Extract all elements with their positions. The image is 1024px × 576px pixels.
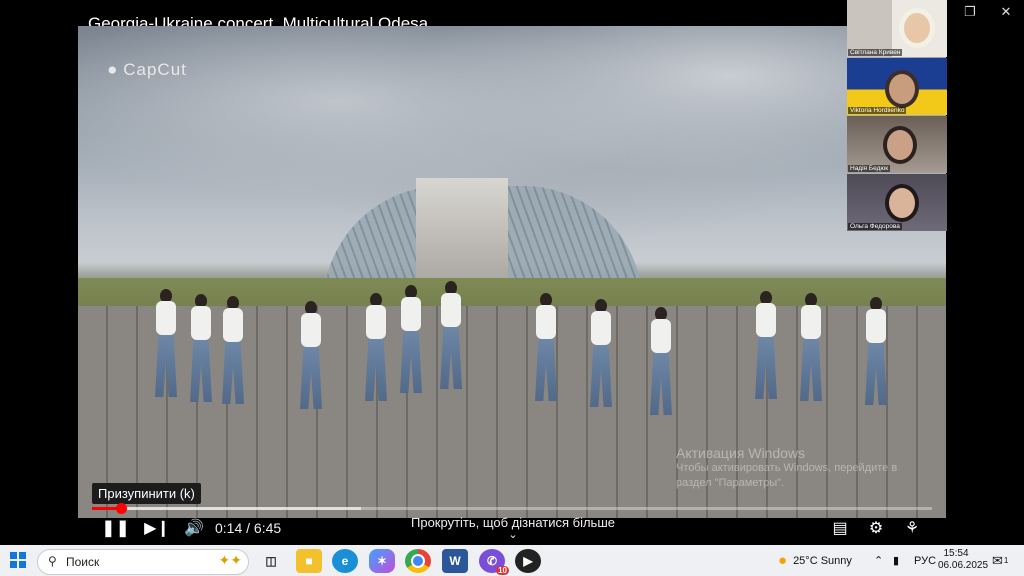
next-icon: ▶❙ bbox=[144, 520, 170, 537]
progress-bar[interactable] bbox=[92, 503, 932, 514]
gear-icon: ⚙ bbox=[868, 520, 884, 537]
capcut-logo: ⦁ CapCut bbox=[108, 60, 187, 79]
media-player-button[interactable]: ▶ bbox=[515, 549, 541, 573]
dancer bbox=[220, 296, 246, 408]
participant-avatar bbox=[885, 70, 919, 108]
participant-tile[interactable]: Ольга Федорова bbox=[847, 174, 947, 231]
search-icon: ⚲ bbox=[48, 554, 57, 568]
chrome-icon bbox=[411, 554, 425, 568]
dancer bbox=[438, 281, 464, 393]
participant-tile[interactable]: Viktoria Hordiienko bbox=[847, 58, 947, 115]
dancer bbox=[188, 294, 214, 406]
viber-badge: 10 bbox=[496, 566, 509, 575]
participant-name: Світлана Кривен bbox=[848, 49, 903, 56]
pause-button[interactable]: ❚❚ bbox=[101, 516, 131, 540]
file-explorer-button[interactable]: ■ bbox=[296, 549, 322, 573]
dancer bbox=[588, 299, 614, 411]
exit-fullscreen-icon: ⚘ bbox=[904, 520, 920, 537]
progress-buffered bbox=[92, 507, 361, 510]
notification-icon: ✉ bbox=[992, 552, 1003, 568]
dancer bbox=[153, 289, 179, 401]
clock-time: 15:54 bbox=[943, 548, 969, 559]
language-indicator[interactable]: РУС bbox=[914, 545, 936, 576]
dancer bbox=[753, 291, 779, 403]
participant-tile[interactable]: Світлана Кривен bbox=[847, 0, 947, 57]
volume-button[interactable]: 🔊 bbox=[182, 516, 206, 540]
play-icon: ▶ bbox=[523, 554, 533, 568]
copilot-button[interactable]: ✶ bbox=[369, 549, 395, 573]
viber-icon: ✆ bbox=[486, 554, 498, 568]
weather-widget[interactable]: ● 25°C Sunny bbox=[778, 545, 852, 576]
copilot-sparkle-icon: ✦✦ bbox=[218, 552, 242, 568]
clock-date: 06.06.2025 bbox=[938, 560, 989, 571]
participant-avatar bbox=[883, 126, 917, 164]
meeting-screen: Georgia-Ukraine concert. Multicultural O… bbox=[0, 0, 1024, 545]
dancer bbox=[863, 297, 889, 409]
exit-fullscreen-button[interactable]: ⚘ bbox=[900, 516, 924, 540]
activation-line2: раздел "Параметры". bbox=[676, 477, 785, 489]
time-display: 0:14 / 6:45 bbox=[215, 520, 282, 536]
taskbar-search[interactable]: ⚲ Поиск ✦✦ bbox=[37, 549, 249, 575]
participant-tile[interactable]: Надія Бедюк bbox=[847, 116, 947, 173]
viber-button[interactable]: ✆ 10 bbox=[479, 549, 509, 575]
windows-logo-icon bbox=[10, 552, 17, 559]
search-label: Поиск bbox=[66, 555, 100, 569]
chrome-button[interactable] bbox=[405, 549, 431, 573]
folder-icon: ■ bbox=[305, 554, 313, 568]
edge-button[interactable]: e bbox=[332, 549, 358, 573]
tray-battery[interactable]: ▮ bbox=[893, 545, 899, 576]
volume-icon: 🔊 bbox=[184, 520, 204, 537]
chevron-up-icon: ⌃ bbox=[874, 555, 884, 567]
participant-avatar bbox=[885, 184, 919, 222]
player-controls: ❚❚ ▶❙ 🔊 0:14 / 6:45 Прокрутіть, щоб дізн… bbox=[0, 512, 1024, 544]
task-view-icon: ◫ bbox=[265, 554, 277, 568]
weather-text: 25°C Sunny bbox=[793, 554, 852, 567]
participant-avatar bbox=[899, 8, 935, 48]
scroll-hint[interactable]: Прокрутіть, щоб дізнатися більше ⌄ bbox=[411, 515, 615, 541]
windows-activation-watermark: Активация Windows Чтобы активировать Win… bbox=[676, 446, 897, 491]
restore-icon[interactable]: ❐ bbox=[952, 0, 988, 24]
taskbar-clock[interactable]: 15:54 06.06.2025 bbox=[938, 548, 989, 572]
dancer bbox=[798, 293, 824, 405]
pause-tooltip: Призупинити (k) bbox=[92, 483, 201, 504]
sun-icon: ● bbox=[778, 552, 788, 569]
activation-title: Активация Windows bbox=[676, 445, 806, 461]
dancer bbox=[298, 301, 324, 413]
edge-icon: e bbox=[341, 554, 349, 568]
subtitles-icon: ▤ bbox=[832, 520, 848, 537]
participant-name: Viktoria Hordiienko bbox=[848, 107, 907, 114]
battery-icon: ▮ bbox=[893, 555, 900, 567]
activation-line1: Чтобы активировать Windows, перейдите в bbox=[676, 462, 898, 474]
tray-expand[interactable]: ⌃ bbox=[874, 545, 883, 576]
copilot-icon: ✶ bbox=[376, 554, 388, 568]
start-button[interactable] bbox=[10, 552, 26, 568]
close-icon[interactable]: ✕ bbox=[988, 0, 1024, 24]
video-dancers bbox=[148, 271, 928, 431]
subtitles-button[interactable]: ▤ bbox=[828, 516, 852, 540]
word-button[interactable]: W bbox=[442, 549, 468, 573]
participant-panel: Світлана Кривен Viktoria Hordiienko Наді… bbox=[847, 0, 947, 232]
video-player[interactable]: ⦁ CapCut bbox=[78, 26, 946, 518]
participant-name: Ольга Федорова bbox=[848, 223, 902, 230]
dancer bbox=[363, 293, 389, 405]
pause-icon: ❚❚ bbox=[101, 520, 131, 537]
windows-taskbar: ⚲ Поиск ✦✦ ◫ ■ e ✶ W ✆ 10 ▶ ● 25°C Sunny… bbox=[0, 545, 1024, 576]
settings-button[interactable]: ⚙ bbox=[864, 516, 888, 540]
next-button[interactable]: ▶❙ bbox=[144, 516, 170, 540]
participant-name: Надія Бедюк bbox=[848, 165, 891, 172]
task-view-button[interactable]: ◫ bbox=[258, 549, 284, 573]
language-text: РУС bbox=[914, 554, 937, 567]
word-icon: W bbox=[449, 554, 461, 568]
notification-count: 1 bbox=[1003, 556, 1009, 565]
dancer bbox=[648, 307, 674, 419]
dancer bbox=[398, 285, 424, 397]
notifications-button[interactable]: ✉ 1 bbox=[992, 545, 1008, 576]
capcut-logo-text: CapCut bbox=[123, 60, 187, 79]
dancer bbox=[533, 293, 559, 405]
